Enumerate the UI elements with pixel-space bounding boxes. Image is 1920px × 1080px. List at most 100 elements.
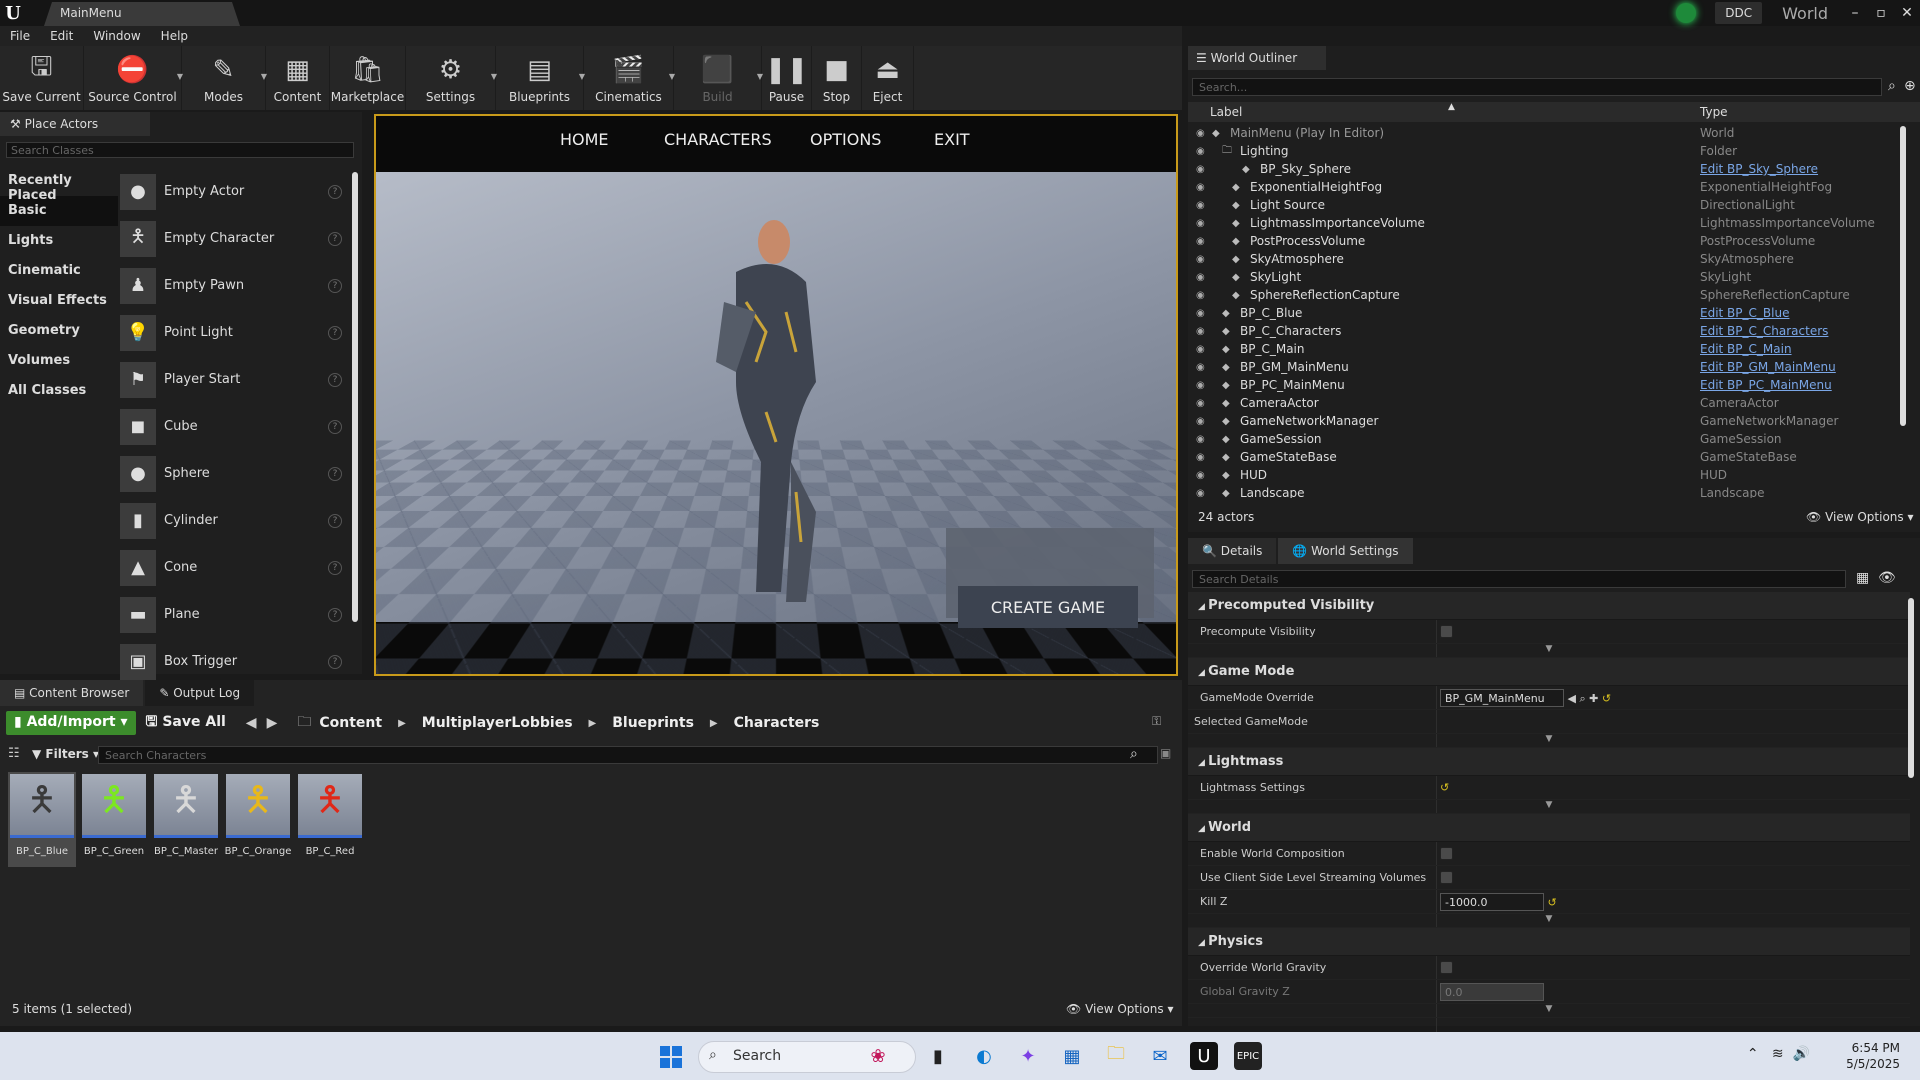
table-row[interactable]: ◉ 🗀 Lighting Folder [1188,142,1910,160]
help-icon[interactable]: ? [328,655,342,669]
checkbox[interactable] [1440,625,1453,638]
breadcrumb-multiplayerlobbies[interactable]: MultiplayerLobbies [422,715,573,731]
scrollbar[interactable] [1908,598,1914,778]
visibility-eye-icon[interactable]: ◉ [1196,272,1205,283]
expand-arrow-icon[interactable]: ◢ [1198,668,1208,678]
property-name[interactable]: Selected GameMode [1194,715,1308,728]
column-type[interactable]: Type [1700,105,1728,119]
help-icon[interactable]: ? [328,326,342,340]
blueprints-button[interactable]: ▤ Blueprints ▼ [496,46,584,110]
help-icon[interactable]: ? [328,279,342,293]
view-options-button[interactable]: 👁 View Options ▾ [1066,1002,1174,1016]
stop-button[interactable]: ■ Stop [812,46,862,110]
pause-button[interactable]: ❚❚ Pause [762,46,812,110]
asset-tile[interactable]: 🯅 BP_C_Master [152,772,220,867]
asset-tile[interactable]: 🯅 BP_C_Orange [224,772,292,867]
help-icon[interactable]: ? [328,608,342,622]
visibility-eye-icon[interactable]: ◉ [1196,236,1205,247]
asset-tile[interactable]: 🯅 BP_C_Blue [8,772,76,867]
close-icon[interactable]: ✕ [1894,5,1920,21]
list-item[interactable]: ● Empty Actor? [120,168,348,215]
visibility-eye-icon[interactable]: ◉ [1196,470,1205,481]
clock[interactable]: 6:54 PM 5/5/2025 [1846,1040,1900,1072]
eye-icon[interactable]: 👁 [1878,570,1896,586]
modes-button[interactable]: ✎ Modes ▼ [182,46,266,110]
list-item[interactable]: ◼ Cube? [120,403,348,450]
section-header[interactable]: ◢ Physics [1188,928,1910,956]
help-icon[interactable]: ? [328,232,342,246]
save-all-button[interactable]: 🖫 Save All [146,711,226,735]
expand-arrow-icon[interactable]: ◢ [1198,938,1208,948]
edit-blueprint-link[interactable]: Edit BP_C_Main [1700,342,1792,356]
maximize-icon[interactable]: ▫ [1868,5,1894,21]
chevron-right-icon[interactable]: ▶ [589,718,597,729]
create-game-button[interactable]: CREATE GAME [958,586,1138,628]
store-icon[interactable]: ▦ [1058,1042,1086,1070]
help-icon[interactable]: ? [328,561,342,575]
visibility-eye-icon[interactable]: ◉ [1196,434,1205,445]
advanced-expand-icon[interactable]: ▼ [1188,800,1910,814]
ddc-button[interactable]: DDC [1715,2,1762,24]
visibility-eye-icon[interactable]: ◉ [1196,398,1205,409]
forward-arrow-icon[interactable]: ▶ [267,715,278,731]
eject-button[interactable]: ⏏ Eject [862,46,914,110]
chevron-up-icon[interactable]: ⌃ [1747,1046,1763,1062]
tab-details[interactable]: 🔍 Details [1188,538,1276,564]
tab-world-settings[interactable]: 🌐 World Settings [1278,538,1412,564]
visibility-eye-icon[interactable]: ◉ [1196,362,1205,373]
table-row[interactable]: ◉ ◆ HUD HUD [1188,466,1910,484]
visibility-eye-icon[interactable]: ◉ [1196,452,1205,463]
add-import-button[interactable]: ▮ Add/Import ▾ [6,711,136,735]
table-row[interactable]: ◉ ◆ BP_Sky_Sphere Edit BP_Sky_Sphere [1188,160,1910,178]
list-item[interactable]: ▬ Plane? [120,591,348,638]
table-row[interactable]: ◉ ◆ PostProcessVolume PostProcessVolume [1188,232,1910,250]
list-item[interactable]: ▲ Cone? [120,544,348,591]
table-row[interactable]: ◉ ◆ BP_C_Blue Edit BP_C_Blue [1188,304,1910,322]
play-session-icon[interactable] [1669,0,1703,26]
search-classes-input[interactable]: Search Classes [6,142,354,158]
table-row[interactable]: ◉ ◆ CameraActor CameraActor [1188,394,1910,412]
visibility-eye-icon[interactable]: ◉ [1196,290,1205,301]
marketplace-button[interactable]: 🛍 Marketplace [330,46,406,110]
asset-tile[interactable]: 🯅 BP_C_Green [80,772,148,867]
window-tab[interactable]: MainMenu [44,2,240,26]
tab-output-log[interactable]: ✎ Output Log [145,680,254,706]
section-header[interactable]: ◢ Game Mode [1188,658,1910,686]
asset-tile[interactable]: 🯅 BP_C_Red [296,772,364,867]
number-input[interactable]: -1000.0 [1440,893,1544,911]
advanced-expand-icon[interactable]: ▼ [1188,734,1910,748]
table-row[interactable]: ◉ ◆ Landscape Landscape [1188,484,1910,498]
list-item[interactable]: ▣ Box Trigger? [120,638,348,685]
volume-icon[interactable]: 🔊 [1793,1046,1810,1062]
widget-icon[interactable]: ❀ [864,1042,892,1070]
expand-arrow-icon[interactable]: ◢ [1198,602,1208,612]
table-row[interactable]: ◉ ◆ GameSession GameSession [1188,430,1910,448]
chevron-right-icon[interactable]: ▶ [398,718,406,729]
breadcrumb-blueprints[interactable]: Blueprints [612,715,694,731]
edit-blueprint-link[interactable]: Edit BP_Sky_Sphere [1700,162,1818,176]
visibility-eye-icon[interactable]: ◉ [1196,416,1205,427]
nav-options[interactable]: OPTIONS [810,130,881,149]
advanced-expand-icon[interactable]: ▼ [1188,1004,1910,1018]
menu-window[interactable]: Window [83,29,150,43]
help-icon[interactable]: ? [328,185,342,199]
lock-icon[interactable]: ⚿ [1152,714,1161,729]
details-search-input[interactable]: Search Details [1192,570,1846,588]
minimize-icon[interactable]: – [1842,5,1868,21]
edit-blueprint-link[interactable]: Edit BP_GM_MainMenu [1700,360,1836,374]
category-lights[interactable]: Lights [0,226,118,256]
table-row[interactable]: ◉ ◆ MainMenu (Play In Editor) World [1188,124,1910,142]
table-row[interactable]: ◉ ◆ SkyAtmosphere SkyAtmosphere [1188,250,1910,268]
help-icon[interactable]: ? [328,373,342,387]
table-row[interactable]: ◉ ◆ Light Source DirectionalLight [1188,196,1910,214]
section-header[interactable]: ◢ Precomputed Visibility [1188,592,1910,620]
chevron-right-icon[interactable]: ▶ [710,718,718,729]
category-cinematic[interactable]: Cinematic [0,256,118,286]
add-icon[interactable]: ✚ [1586,692,1599,705]
breadcrumb-characters[interactable]: Characters [734,715,820,731]
wifi-icon[interactable]: ≋ [1772,1046,1784,1062]
tab-content-browser[interactable]: ▤ Content Browser [0,680,143,706]
visibility-eye-icon[interactable]: ◉ [1196,218,1205,229]
list-item[interactable]: 💡 Point Light? [120,309,348,356]
view-options-button[interactable]: 👁 View Options ▾ [1806,510,1914,524]
